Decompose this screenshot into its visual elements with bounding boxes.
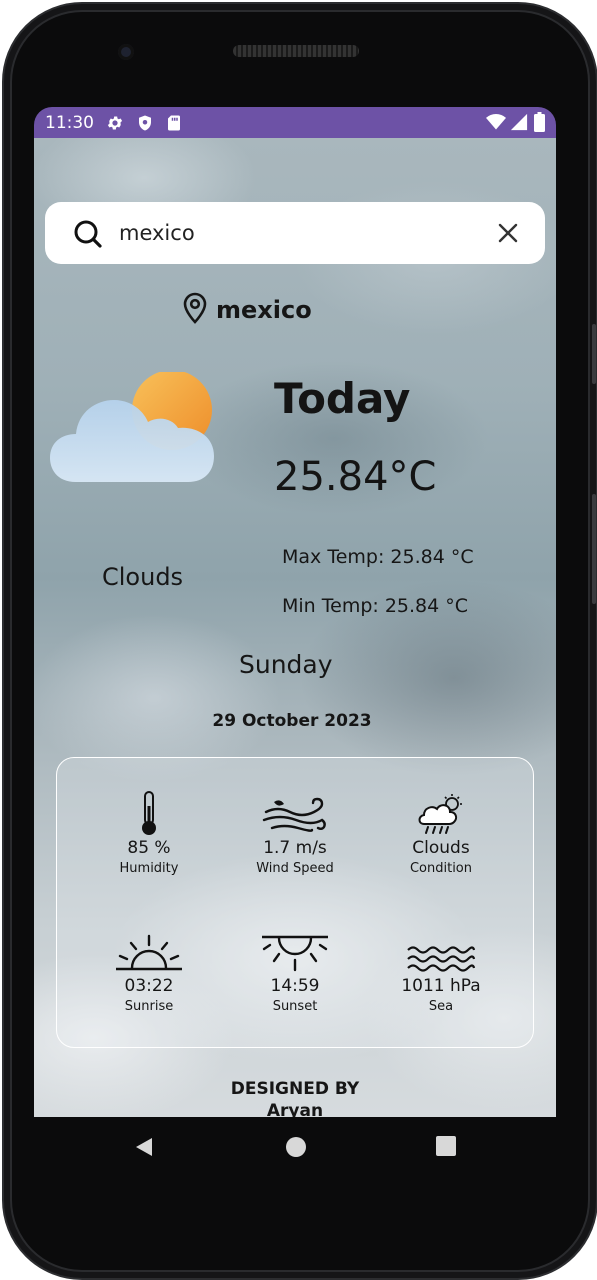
location-name: mexico [216, 296, 312, 324]
stat-sunrise: 03:22 Sunrise [74, 934, 224, 1014]
search-input[interactable] [119, 217, 479, 249]
status-time: 11:30 [45, 113, 94, 133]
wind-icon [220, 796, 370, 836]
designer-credit: DESIGNED BY Aryan [34, 1078, 556, 1117]
sunset-label: Sunset [272, 999, 318, 1014]
screen: 11:30 mexico mexico Today 25.84°C Clouds… [34, 107, 556, 1117]
condition-value: Clouds [412, 838, 470, 858]
date: 29 October 2023 [212, 711, 372, 731]
search-bar[interactable] [45, 202, 545, 264]
signal-icon [510, 113, 528, 135]
close-icon[interactable] [497, 222, 519, 248]
navigation-bar [34, 1117, 556, 1179]
condition-label: Condition [409, 861, 473, 876]
humidity-value: 85 % [127, 838, 171, 858]
min-temperature: Min Temp: 25.84 °C [282, 595, 469, 617]
wind-speed-value: 1.7 m/s [263, 838, 327, 858]
weather-condition: Clouds [102, 563, 184, 591]
gear-icon [106, 114, 124, 136]
sea-label: Sea [428, 999, 454, 1014]
max-temperature: Max Temp: 25.84 °C [282, 546, 474, 568]
wind-speed-label: Wind Speed [256, 861, 334, 876]
sunrise-label: Sunrise [124, 999, 174, 1014]
cloud-rain-sun-icon [366, 794, 516, 836]
volume-button [592, 324, 596, 384]
earpiece-speaker [233, 45, 359, 57]
search-icon[interactable] [73, 219, 103, 253]
stat-humidity: 85 % Humidity [74, 790, 224, 876]
shield-icon [136, 114, 154, 136]
stat-condition: Clouds Condition [366, 794, 516, 876]
location-label: mexico [182, 292, 312, 328]
cloudy-sky-background: mexico Today 25.84°C Clouds Max Temp: 25… [34, 138, 556, 1117]
location-pin-icon [182, 292, 208, 328]
sd-card-icon [166, 114, 182, 136]
status-bar: 11:30 [34, 107, 556, 138]
sea-pressure-value: 1011 hPa [401, 976, 481, 996]
weather-details-card: 85 % Humidity 1.7 m/s Wind Speed Clouds … [56, 757, 534, 1048]
stat-sunset: 14:59 Sunset [220, 934, 370, 1014]
battery-icon [534, 112, 545, 136]
day-name: Sunday [239, 650, 333, 679]
designer-name: Aryan [266, 1101, 324, 1117]
stat-sea: 1011 hPa Sea [366, 944, 516, 1014]
stat-wind-speed: 1.7 m/s Wind Speed [220, 796, 370, 876]
recents-icon[interactable] [435, 1135, 457, 1161]
thermometer-icon [74, 790, 224, 836]
waves-icon [366, 944, 516, 974]
designed-by-label: DESIGNED BY [230, 1079, 360, 1099]
sunrise-icon [74, 934, 224, 974]
back-icon[interactable] [132, 1135, 156, 1163]
current-temperature: 25.84°C [274, 454, 437, 500]
sunrise-value: 03:22 [124, 976, 174, 996]
humidity-label: Humidity [119, 861, 179, 876]
power-button [592, 494, 596, 604]
sunset-icon [220, 934, 370, 974]
home-icon[interactable] [284, 1135, 308, 1163]
wifi-icon [486, 113, 506, 135]
sunset-value: 14:59 [270, 976, 320, 996]
partly-cloudy-icon [48, 370, 218, 488]
front-camera [118, 44, 134, 60]
today-heading: Today [274, 374, 411, 423]
